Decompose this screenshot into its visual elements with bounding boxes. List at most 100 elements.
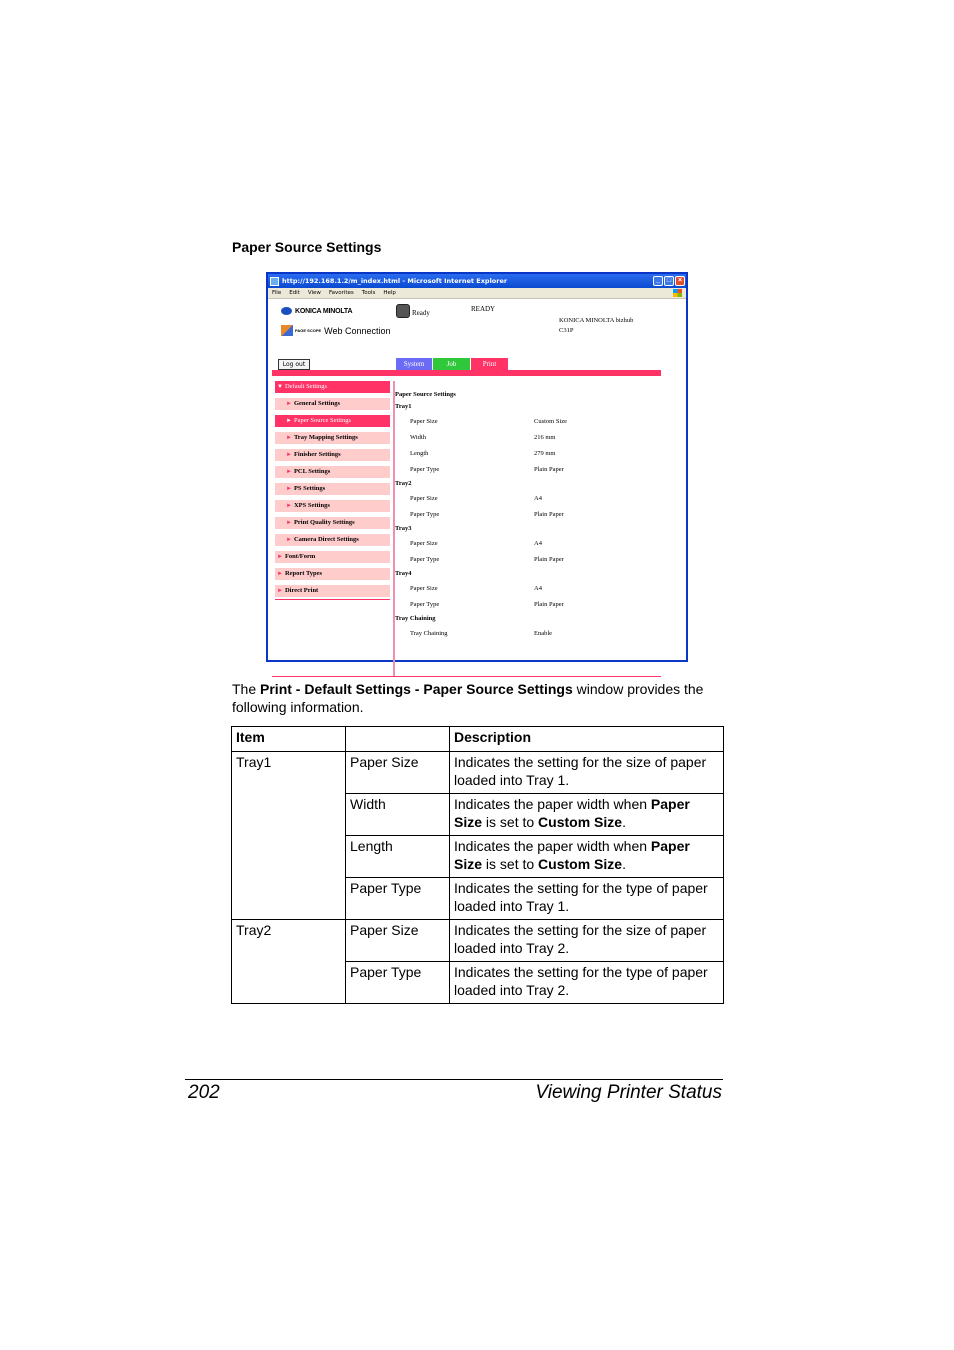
header-bar	[272, 370, 661, 376]
tab-system[interactable]: System	[396, 358, 432, 370]
sidebar-item[interactable]: ► Finisher Settings	[275, 449, 390, 461]
sub-item-cell: Paper Type	[345, 961, 450, 1004]
tab-job[interactable]: Job	[433, 358, 470, 370]
sidebar-item-label: Default Settings	[284, 383, 328, 390]
menu-file[interactable]: File	[272, 290, 281, 296]
logout-button[interactable]: Log out	[278, 359, 310, 370]
sidebar-item[interactable]: ► Print Quality Settings	[275, 517, 390, 529]
setting-value: Custom Size	[534, 418, 568, 425]
caret-right-icon: ►	[286, 469, 292, 475]
setting-value: A4	[534, 495, 542, 502]
description-cell: Indicates the setting for the size of pa…	[449, 919, 724, 962]
setting-value: Plain Paper	[534, 601, 564, 608]
tray-section-heading: Tray Chaining	[395, 615, 436, 622]
sidebar-item[interactable]: ► Paper Source Settings	[275, 415, 390, 427]
footer-divider	[272, 676, 661, 677]
sidebar-item-label: Print Quality Settings	[293, 519, 355, 526]
setting-row: Paper Size A4	[410, 585, 680, 592]
caret-right-icon: ►	[286, 435, 292, 441]
setting-label: Paper Type	[410, 556, 440, 563]
caret-right-icon: ►	[286, 418, 292, 424]
description-text: is set to	[482, 855, 539, 872]
sub-item-cell: Paper Size	[345, 751, 450, 794]
setting-row: Width 216 mm	[410, 434, 680, 441]
setting-row: Paper Type Plain Paper	[410, 556, 680, 563]
menu-help[interactable]: Help	[383, 290, 396, 296]
page-number: 202	[188, 1082, 220, 1103]
sidebar-item[interactable]: ► Font/Form	[275, 551, 390, 563]
maximize-button[interactable]: □	[664, 276, 674, 286]
description-text: Indicates the paper width when	[454, 838, 651, 854]
sidebar-item-label: PCL Settings	[293, 468, 331, 475]
sub-item-cell: Paper Size	[345, 919, 450, 962]
sidebar-item[interactable]: ► PS Settings	[275, 483, 390, 495]
close-button[interactable]: ×	[675, 276, 685, 286]
windows-logo-icon	[673, 289, 682, 297]
konica-minolta-logo: KONICA MINOLTA	[281, 307, 353, 315]
sidebar-item[interactable]: ► Tray Mapping Settings	[275, 432, 390, 444]
caret-right-icon: ►	[286, 452, 292, 458]
setting-label: Paper Size	[410, 495, 438, 502]
menu-edit[interactable]: Edit	[289, 290, 300, 296]
header-description: Description	[449, 726, 724, 752]
caret-right-icon: ►	[286, 401, 292, 407]
browser-window: http://192.168.1.2/m_index.html - Micros…	[266, 272, 688, 677]
setting-label: Paper Size	[410, 540, 438, 547]
minimize-button[interactable]: _	[653, 276, 663, 286]
brand-name: KONICA MINOLTA	[295, 307, 353, 315]
sidebar-item[interactable]: ▼ Default Settings	[275, 381, 390, 393]
setting-row: Paper Type Plain Paper	[410, 511, 680, 518]
description-text: is set to	[482, 813, 539, 830]
sidebar-item[interactable]: ► Report Types	[275, 568, 390, 580]
setting-row: Tray Chaining Enable	[410, 630, 680, 637]
ie-icon	[270, 276, 279, 286]
footer-rule	[185, 1079, 723, 1080]
para-prefix: The	[232, 681, 261, 697]
setting-row: Paper Type Plain Paper	[410, 601, 680, 608]
caret-right-icon: ►	[277, 554, 283, 560]
tray-section-heading: Tray2	[395, 480, 412, 487]
setting-value: A4	[534, 585, 542, 592]
setting-value: A4	[534, 540, 542, 547]
description-text: .	[622, 813, 626, 830]
caret-right-icon: ►	[286, 537, 292, 543]
description-cell: Indicates the paper width when Paper Siz…	[449, 835, 724, 878]
setting-value: Enable	[534, 630, 553, 637]
setting-value: 279 mm	[534, 450, 556, 457]
setting-value: Plain Paper	[534, 511, 564, 518]
web-page: KONICA MINOLTA PAGE SCOPE Web Connection…	[268, 299, 686, 677]
tray-section-heading: Tray4	[395, 570, 412, 577]
setting-label: Paper Size	[410, 418, 438, 425]
sidebar-item[interactable]: ► Direct Print	[275, 585, 390, 597]
menu-favorites[interactable]: Favorites	[329, 290, 354, 296]
tab-print[interactable]: Print	[471, 358, 508, 370]
setting-label: Length	[410, 450, 429, 457]
sidebar-item-label: PS Settings	[293, 485, 326, 492]
setting-label: Paper Type	[410, 511, 440, 518]
info-table: Item Description Tray1 Paper Size Indicate…	[231, 726, 724, 1004]
globe-icon	[281, 307, 292, 315]
setting-label: Paper Type	[410, 466, 440, 473]
section-title: Paper Source Settings	[232, 239, 382, 255]
sidebar-item-label: Direct Print	[284, 587, 319, 594]
sidebar-item[interactable]: ► PCL Settings	[275, 466, 390, 478]
header-item: Item	[231, 726, 346, 752]
sidebar-item[interactable]: ► XPS Settings	[275, 500, 390, 512]
menu-tools[interactable]: Tools	[362, 290, 376, 296]
sidebar-item-label: Font/Form	[284, 553, 316, 560]
setting-label: Paper Size	[410, 585, 438, 592]
description-text: Custom Size	[538, 855, 623, 872]
sidebar-item-label: Paper Source Settings	[293, 417, 351, 424]
menu-view[interactable]: View	[308, 290, 321, 296]
status-text: Ready	[412, 309, 430, 317]
description-text: Custom Size	[538, 813, 623, 830]
sidebar-item-label: Tray Mapping Settings	[293, 434, 358, 441]
table-row: Tray2 Paper Size Indicates the setting for…	[231, 919, 724, 1004]
setting-value: 216 mm	[534, 434, 556, 441]
setting-value: Plain Paper	[534, 556, 564, 563]
sidebar-item[interactable]: ► General Settings	[275, 398, 390, 410]
description-text: Indicates the paper width when	[454, 796, 651, 812]
description-text: Indicates the setting for the type of pa…	[454, 880, 708, 914]
description-cell: Indicates the paper width when Paper Siz…	[449, 793, 724, 836]
sidebar-item[interactable]: ► Camera Direct Settings	[275, 534, 390, 546]
